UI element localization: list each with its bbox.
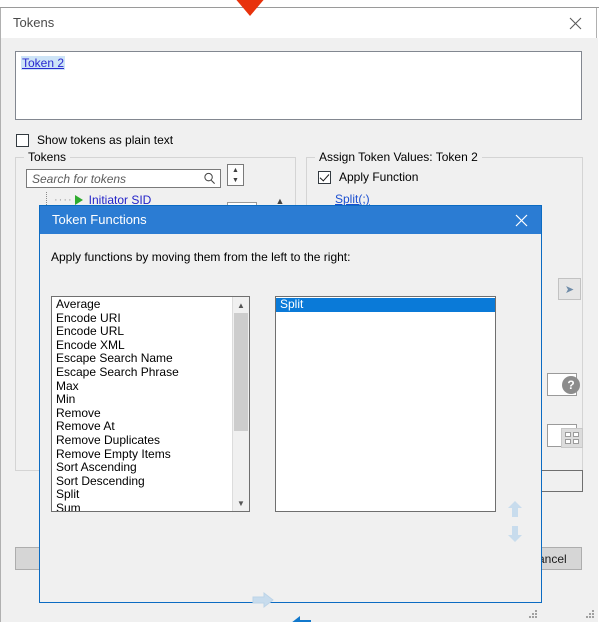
list-item[interactable]: Average bbox=[52, 297, 249, 312]
close-icon[interactable] bbox=[554, 8, 596, 38]
arrow-left-icon[interactable] bbox=[290, 614, 312, 622]
list-item[interactable]: Remove Empty Items bbox=[52, 447, 249, 462]
token-functions-body: Apply functions by moving them from the … bbox=[40, 234, 541, 622]
scroll-up-icon[interactable]: ▲ bbox=[233, 297, 249, 313]
tokens-window-titlebar: Tokens bbox=[1, 8, 596, 38]
top-divider bbox=[0, 7, 599, 8]
tokens-window-title: Tokens bbox=[13, 15, 55, 30]
red-triangle-marker-icon bbox=[228, 0, 272, 16]
apply-function-label: Apply Function bbox=[339, 170, 419, 184]
scroll-down-icon[interactable]: ▼ bbox=[233, 495, 249, 511]
list-item[interactable]: Encode URI bbox=[52, 311, 249, 326]
token-functions-dialog: Token Functions Apply functions by movin… bbox=[39, 205, 542, 622]
value-spinner[interactable]: ▲ ▼ bbox=[227, 164, 244, 186]
token-functions-titlebar: Token Functions bbox=[40, 206, 541, 234]
arrow-up-icon[interactable] bbox=[506, 499, 524, 519]
arrow-right-icon[interactable] bbox=[252, 591, 274, 609]
arrow-down-icon[interactable] bbox=[506, 524, 524, 544]
list-item[interactable]: Max bbox=[52, 379, 249, 394]
show-plain-text-checkbox[interactable] bbox=[16, 133, 29, 147]
show-plain-text-row[interactable]: Show tokens as plain text bbox=[16, 133, 173, 147]
grid-cell bbox=[573, 432, 579, 437]
token-chip[interactable]: Token 2 bbox=[21, 56, 66, 70]
close-icon[interactable] bbox=[501, 206, 541, 234]
list-item[interactable]: Split bbox=[52, 488, 249, 502]
available-functions-scrollbar[interactable]: ▲ ▼ bbox=[232, 297, 249, 511]
applied-functions-items[interactable]: Split bbox=[276, 297, 495, 312]
spinner-up-icon[interactable]: ▲ bbox=[228, 165, 243, 175]
token-preview-field[interactable]: Token 2 bbox=[15, 51, 582, 120]
screen-root: Tokens Token 2 Show tokens as plain text… bbox=[0, 0, 599, 622]
list-item[interactable]: Remove Duplicates bbox=[52, 433, 249, 448]
list-item[interactable]: Encode URL bbox=[52, 325, 249, 339]
list-item[interactable]: Min bbox=[52, 393, 249, 407]
token-functions-title: Token Functions bbox=[52, 212, 147, 227]
grid-cell bbox=[573, 439, 579, 444]
show-plain-text-label: Show tokens as plain text bbox=[37, 133, 174, 147]
instruction-text: Apply functions by moving them from the … bbox=[51, 250, 351, 264]
scrollbar-thumb[interactable] bbox=[234, 313, 248, 431]
list-item[interactable]: Sort Descending bbox=[52, 474, 249, 489]
dialog-resize-grip[interactable] bbox=[528, 609, 538, 619]
list-item[interactable]: Escape Search Phrase bbox=[52, 365, 249, 380]
spinner-down-icon[interactable]: ▼ bbox=[228, 175, 243, 185]
available-functions-items[interactable]: Average Encode URI Encode URL Encode XML Esc… bbox=[52, 297, 249, 511]
list-item[interactable]: Remove At bbox=[52, 420, 249, 434]
grid-cell bbox=[565, 432, 571, 437]
list-item[interactable]: Sort Ascending bbox=[52, 461, 249, 475]
applied-functions-listbox[interactable]: Split bbox=[275, 296, 496, 512]
parent-resize-grip[interactable] bbox=[585, 609, 595, 619]
assign-groupbox-title: Assign Token Values: Token 2 bbox=[315, 150, 482, 164]
search-placeholder-text: Search for tokens bbox=[32, 172, 127, 186]
available-functions-listbox[interactable]: Average Encode URI Encode URL Encode XML Esc… bbox=[51, 296, 250, 512]
tokens-groupbox-title: Tokens bbox=[24, 150, 71, 164]
list-item[interactable]: Sum bbox=[52, 501, 249, 511]
apply-function-row[interactable]: Apply Function bbox=[318, 170, 418, 184]
list-item[interactable]: Remove bbox=[52, 406, 249, 421]
search-input[interactable]: Search for tokens bbox=[26, 169, 221, 188]
move-right-button[interactable]: ➤ bbox=[558, 278, 581, 300]
apply-function-checkbox[interactable] bbox=[318, 170, 331, 184]
search-icon bbox=[203, 172, 216, 185]
list-item[interactable]: Split bbox=[276, 297, 495, 312]
function-split-link[interactable]: Split(;) bbox=[335, 192, 370, 206]
grid-cell bbox=[565, 439, 571, 444]
list-item[interactable]: Escape Search Name bbox=[52, 352, 249, 366]
help-question-icon[interactable]: ? bbox=[562, 376, 580, 394]
grid-picker-icon[interactable] bbox=[561, 428, 583, 448]
list-item[interactable]: Encode XML bbox=[52, 338, 249, 353]
green-play-triangle-icon bbox=[74, 195, 83, 205]
